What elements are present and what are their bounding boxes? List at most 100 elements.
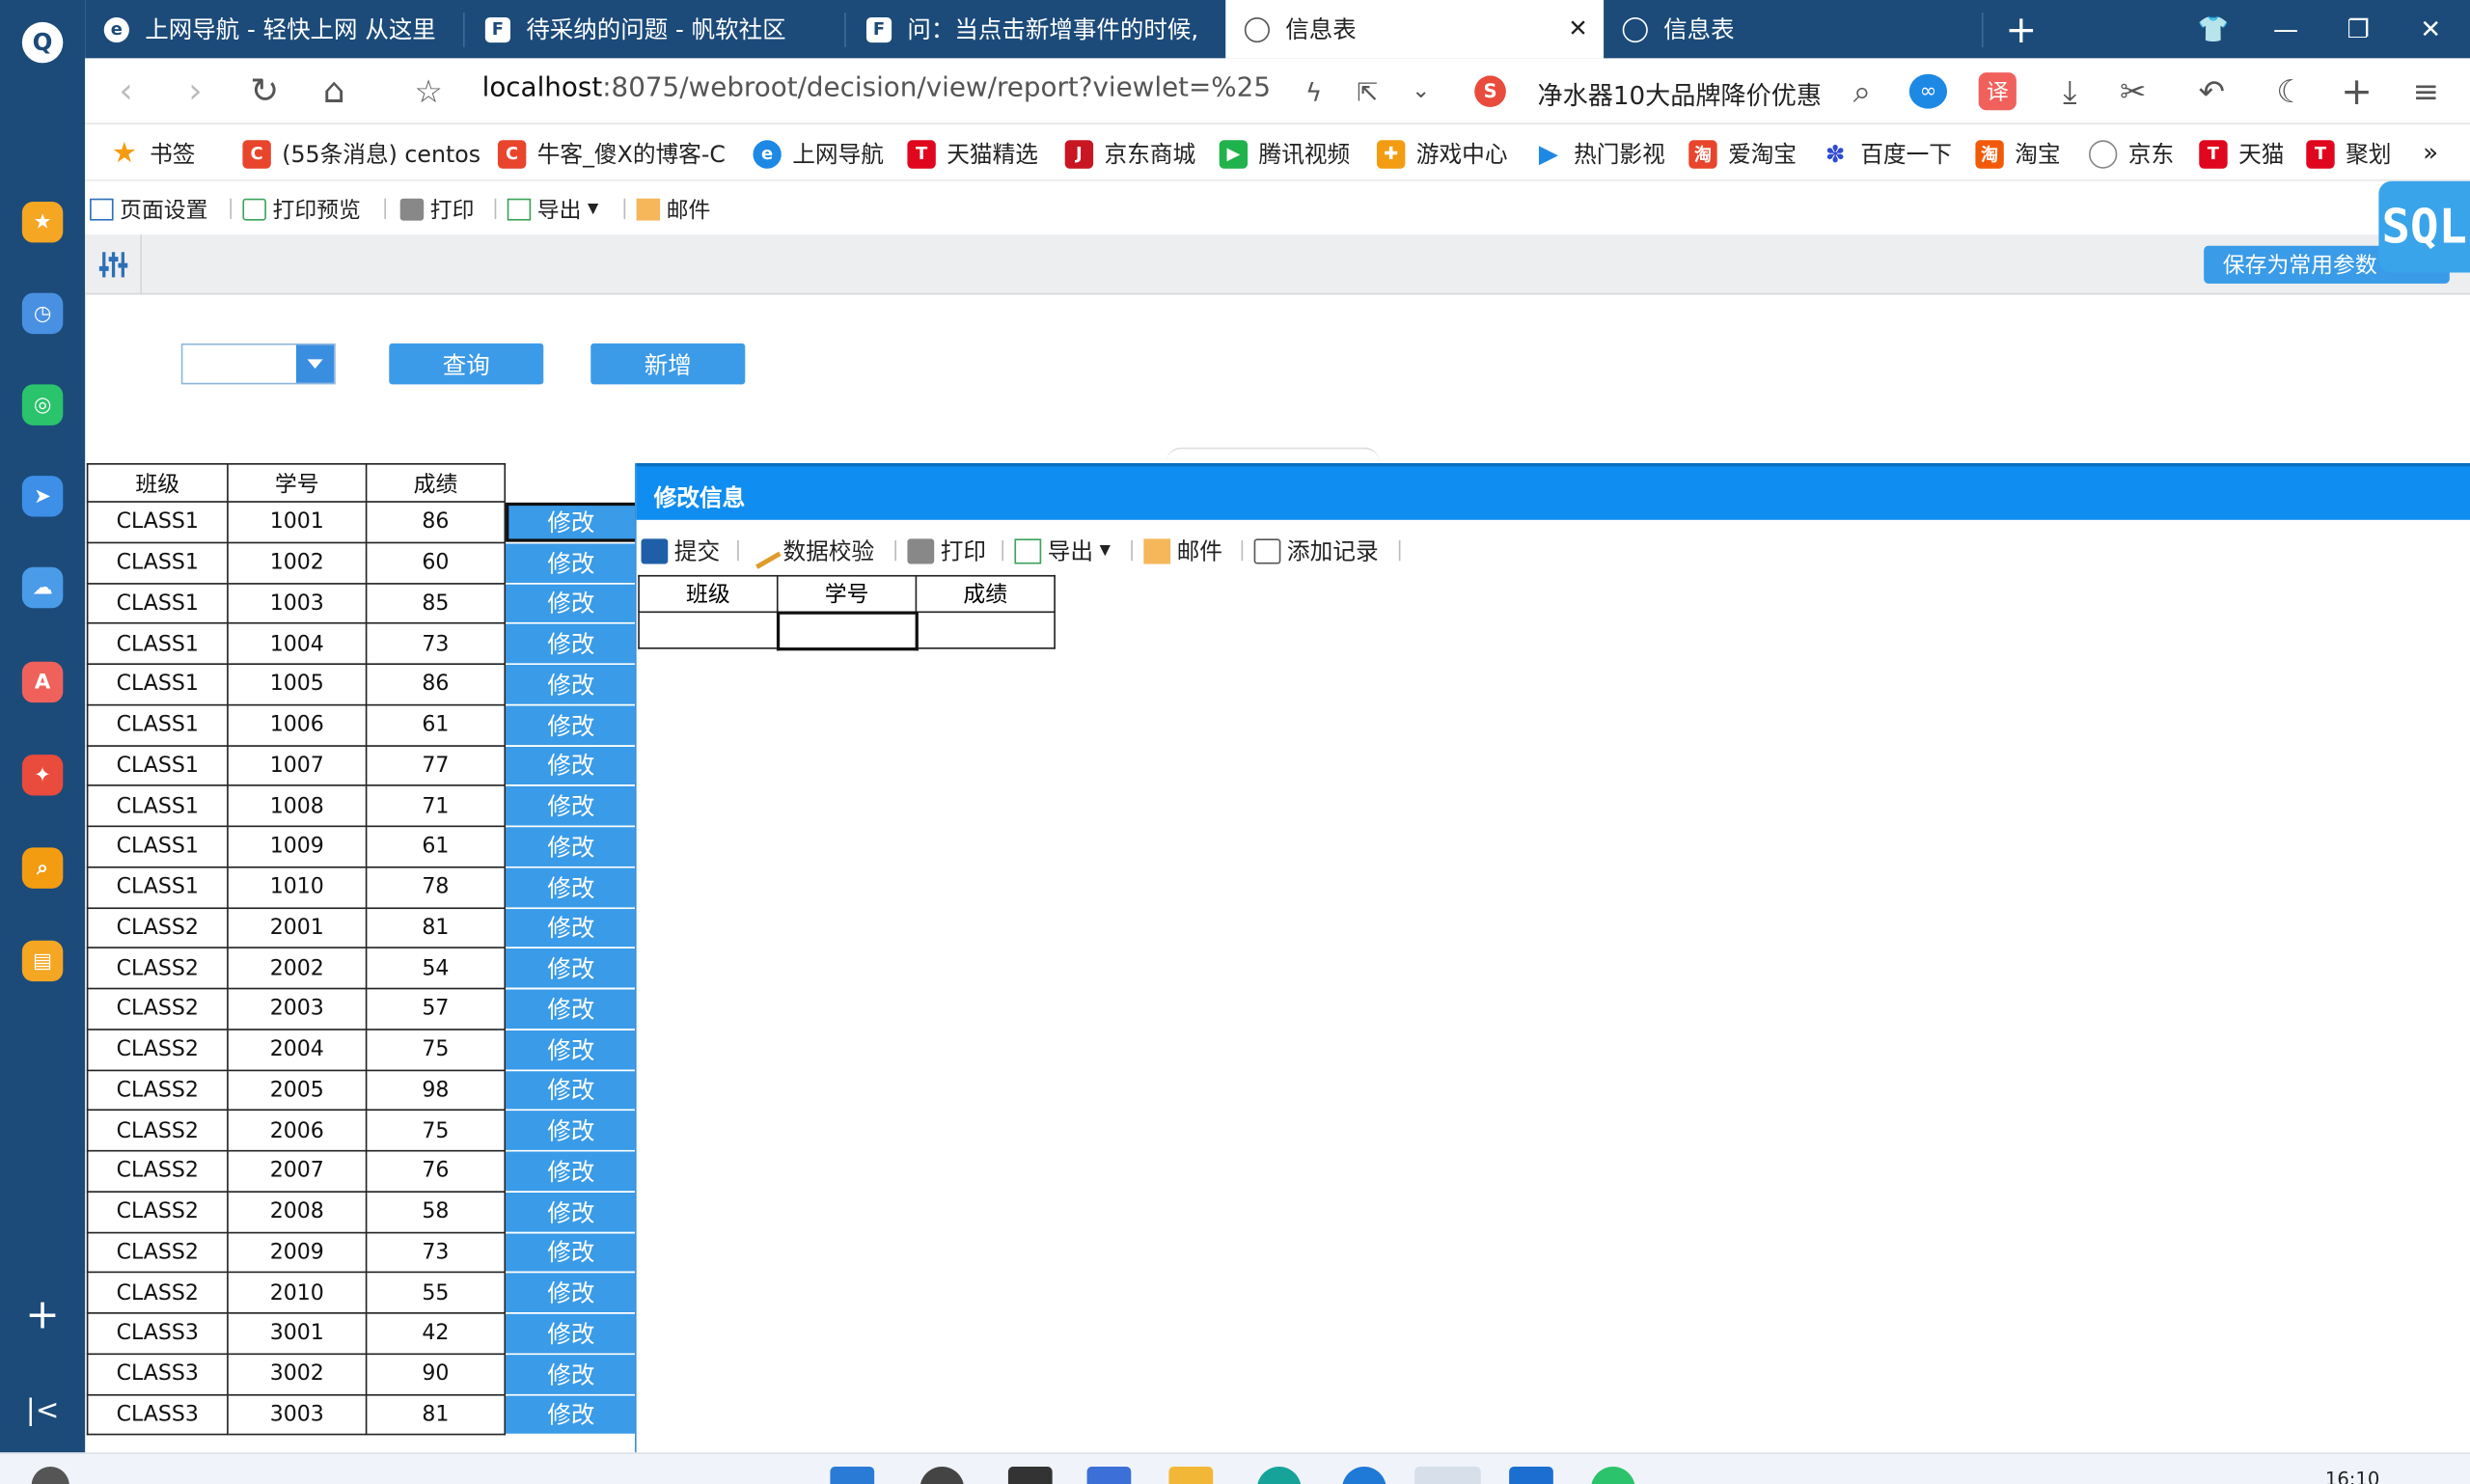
add-icon[interactable]: + — [22, 1292, 63, 1339]
edit-row-button[interactable]: 修改 — [504, 1028, 639, 1071]
edit-row-button[interactable]: 修改 — [504, 501, 639, 543]
edit-row-button[interactable]: 修改 — [504, 906, 639, 949]
share-icon[interactable]: ⇱ — [1345, 70, 1389, 111]
edit-row-button[interactable]: 修改 — [504, 1312, 639, 1355]
edit-row-button[interactable]: 修改 — [504, 1272, 639, 1314]
edit-row-button[interactable]: 修改 — [504, 663, 639, 706]
dialog-class-input[interactable] — [638, 611, 779, 649]
mail-button[interactable]: 邮件 — [636, 194, 710, 226]
task-view-icon[interactable] — [1007, 1467, 1053, 1484]
undo-icon[interactable]: ↶ — [2189, 70, 2234, 111]
bookmark-item[interactable]: ✚ 游戏中心 — [1376, 137, 1507, 170]
store-icon[interactable] — [1509, 1467, 1553, 1484]
edit-row-button[interactable]: 修改 — [504, 1190, 639, 1233]
night-mode-icon[interactable]: ☾ — [2268, 70, 2313, 111]
tab-fanruan-ask[interactable]: F 问：当点击新增事件的时候, — [847, 0, 1222, 58]
edit-row-button[interactable]: 修改 — [504, 987, 639, 1031]
edit-row-button[interactable]: 修改 — [504, 825, 639, 868]
more-bookmarks-icon[interactable]: » — [2423, 137, 2438, 167]
chevron-down-icon[interactable] — [295, 344, 335, 383]
url-input[interactable]: localhost:8075/webroot/decision/view/rep… — [482, 72, 1270, 104]
bookmark-item[interactable]: 京东 — [2088, 137, 2174, 170]
bookmark-item[interactable]: T 天猫精选 — [907, 137, 1038, 170]
forward-icon[interactable]: › — [174, 70, 218, 111]
bookmark-item[interactable]: ▶ 腾讯视频 — [1219, 137, 1350, 170]
dialog-score-input[interactable] — [915, 611, 1056, 649]
close-tab-icon[interactable]: ✕ — [1568, 14, 1588, 42]
home-icon[interactable]: ⌂ — [312, 70, 356, 111]
star-icon[interactable]: ☆ — [406, 70, 451, 111]
chevron-down-icon[interactable]: ⌄ — [1399, 70, 1443, 111]
edit-row-button[interactable]: 修改 — [504, 1353, 639, 1395]
edit-row-button[interactable]: 修改 — [504, 866, 639, 909]
back-icon[interactable]: ‹ — [104, 70, 149, 111]
drag-handle[interactable] — [1166, 447, 1381, 463]
favorites-icon[interactable]: ★ — [21, 201, 64, 243]
cloud-icon[interactable]: ☁ — [21, 566, 64, 609]
edit-row-button[interactable]: 修改 — [504, 622, 639, 665]
collapse-sidebar-icon[interactable]: |< — [22, 1389, 63, 1430]
export-button[interactable]: 导出 ▼ — [507, 194, 598, 226]
add-icon[interactable]: + — [2335, 69, 2379, 114]
search-icon[interactable] — [919, 1467, 965, 1484]
filter-sliders-icon[interactable] — [85, 234, 142, 295]
skin-icon[interactable]: 👕 — [2177, 0, 2249, 58]
translate-icon[interactable]: 译 — [1978, 72, 2017, 111]
tab-fanruan-question[interactable]: F 待采纳的问题 - 帆软社区 — [466, 0, 841, 58]
dialog-print-button[interactable]: 打印 — [907, 534, 986, 566]
edit-row-button[interactable]: 修改 — [504, 744, 639, 787]
restore-icon[interactable]: ❐ — [2322, 0, 2395, 58]
new-tab-button[interactable]: + — [1985, 0, 2057, 58]
class-combo[interactable] — [180, 343, 336, 385]
dialog-export-button[interactable]: 导出 ▼ — [1014, 534, 1111, 566]
bookmark-item[interactable]: T 聚划 — [2306, 137, 2391, 170]
bookmark-item[interactable]: ✽ 百度一下 — [1821, 137, 1952, 170]
sogou-icon[interactable]: S — [1474, 75, 1506, 108]
edit-row-button[interactable]: 修改 — [504, 703, 639, 747]
edit-row-button[interactable]: 修改 — [504, 1149, 639, 1193]
bookmark-item[interactable]: J 京东商城 — [1064, 137, 1195, 170]
edge-icon[interactable] — [1256, 1467, 1302, 1484]
dialog-title[interactable]: 修改信息 — [636, 463, 2470, 520]
browser-taskbar-icon[interactable] — [1414, 1467, 1481, 1484]
edit-row-button[interactable]: 修改 — [504, 1109, 639, 1152]
app-icon[interactable] — [1342, 1467, 1386, 1484]
widgets-icon[interactable] — [1086, 1467, 1132, 1484]
tab-info-active[interactable]: 信息表 ✕ — [1225, 0, 1605, 59]
menu-icon[interactable]: ≡ — [2404, 70, 2449, 111]
bookmark-item[interactable]: 淘爱淘宝 — [1688, 137, 1797, 170]
reload-icon[interactable]: ↻ — [242, 70, 287, 111]
search-icon[interactable]: ⌕ — [1840, 70, 1884, 111]
submit-button[interactable]: 提交 — [641, 534, 720, 566]
download-icon[interactable]: ⤓ — [2048, 70, 2093, 111]
translate-app-icon[interactable]: A — [21, 661, 64, 703]
search-icon[interactable] — [31, 1467, 69, 1484]
sql-badge[interactable]: SQL — [2378, 180, 2470, 273]
bookmark-item[interactable]: 淘淘宝 — [1975, 137, 2061, 170]
bookmark-item[interactable]: ★ 书签 — [110, 137, 196, 170]
edit-row-button[interactable]: 修改 — [504, 541, 639, 584]
edit-row-button[interactable]: 修改 — [504, 1068, 639, 1112]
edit-row-button[interactable]: 修改 — [504, 1230, 639, 1274]
wechat-icon[interactable] — [1591, 1467, 1635, 1484]
pdf-icon[interactable]: ✦ — [21, 755, 64, 796]
start-icon[interactable] — [830, 1467, 875, 1484]
book-icon[interactable]: ▤ — [21, 940, 64, 982]
infinity-icon[interactable]: ∞ — [1908, 73, 1948, 109]
query-button[interactable]: 查询 — [389, 343, 544, 385]
browser-logo-icon[interactable]: Q — [21, 21, 64, 64]
tab-nav[interactable]: e 上网导航 - 轻快上网 从这里 — [85, 0, 460, 58]
print-preview-button[interactable]: 打印预览 — [242, 194, 361, 226]
edit-row-button[interactable]: 修改 — [504, 1393, 639, 1436]
add-record-button[interactable]: 添加记录 — [1253, 534, 1379, 566]
dialog-id-input[interactable] — [776, 610, 919, 650]
tab-info[interactable]: 信息表 — [1604, 0, 1979, 58]
scissors-icon[interactable]: ✂ — [2111, 70, 2155, 111]
minimize-icon[interactable]: — — [2249, 0, 2321, 58]
dialog-mail-button[interactable]: 邮件 — [1143, 534, 1222, 566]
file-explorer-icon[interactable] — [1168, 1467, 1214, 1484]
bookmark-item[interactable]: C (55条消息) centos — [242, 137, 480, 170]
lightning-icon[interactable]: ϟ — [1292, 70, 1336, 111]
add-button[interactable]: 新增 — [590, 343, 746, 385]
edit-row-button[interactable]: 修改 — [504, 947, 639, 990]
